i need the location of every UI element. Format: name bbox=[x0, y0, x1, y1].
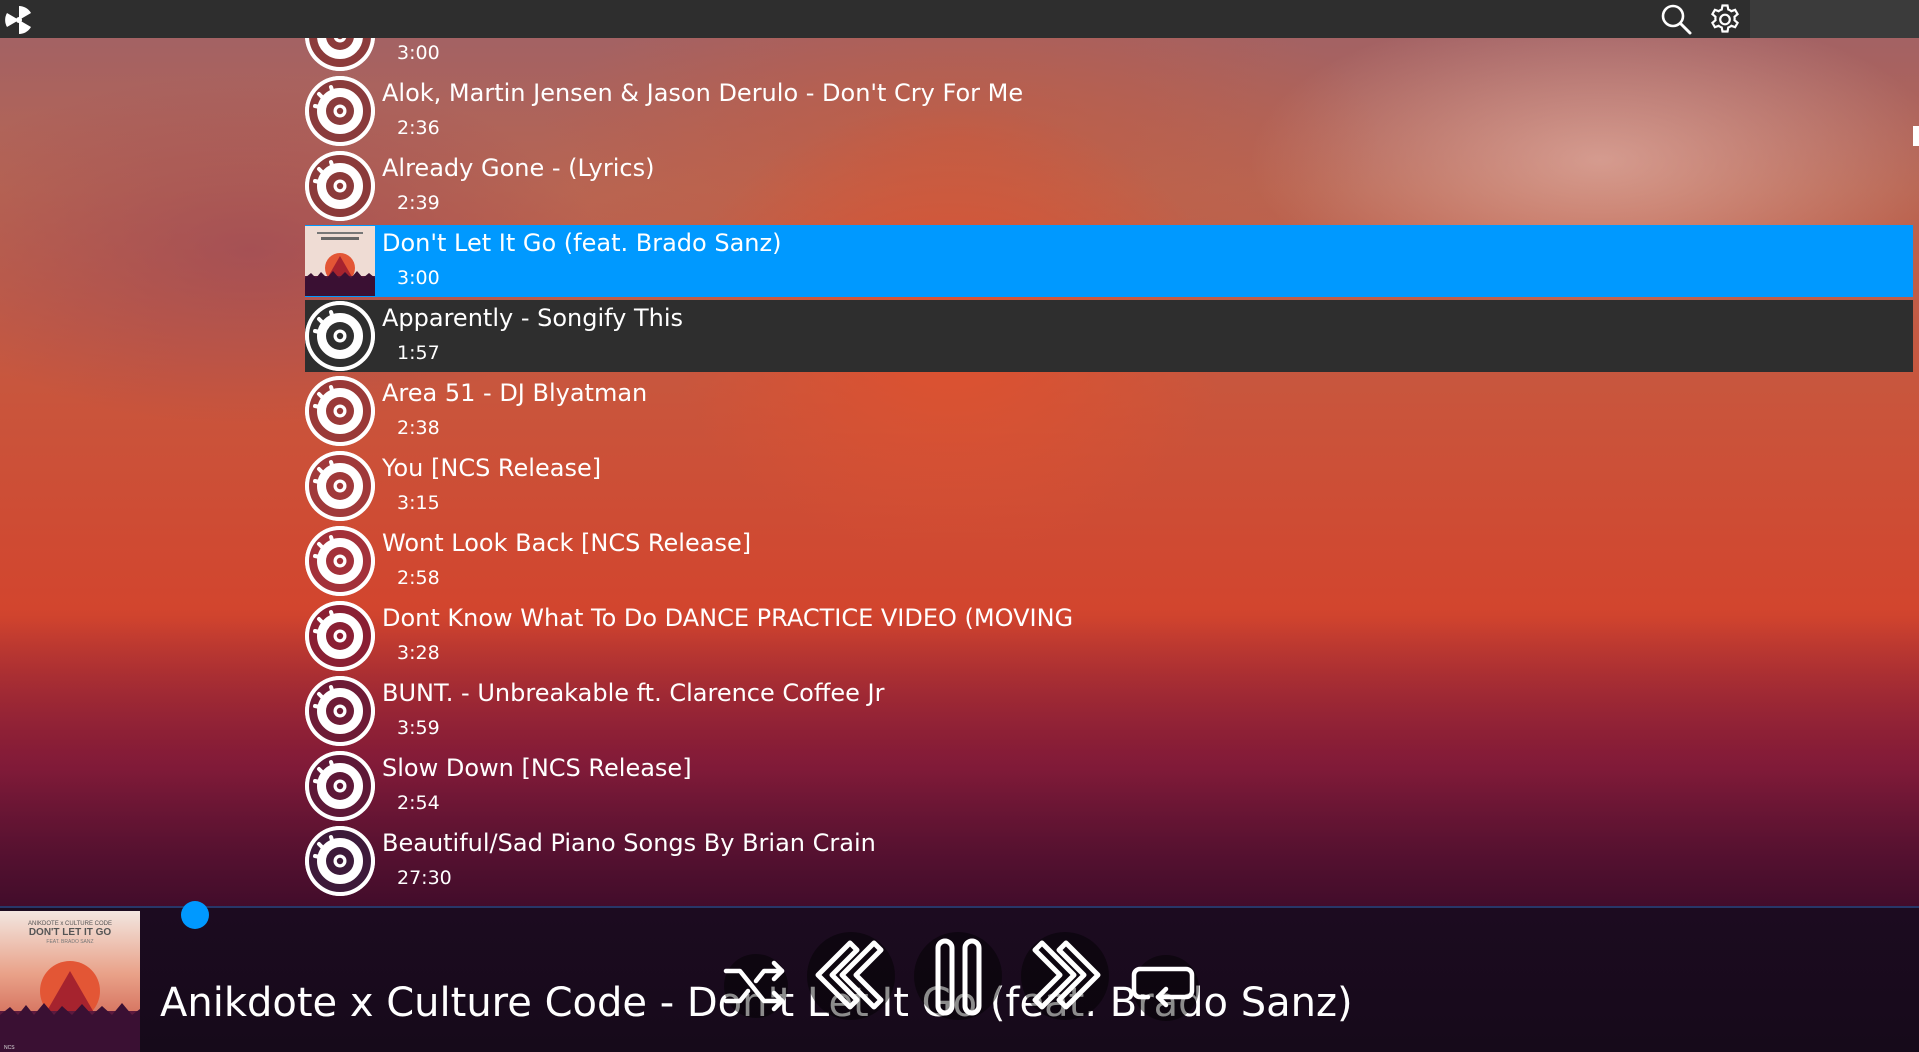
track-title: Alok, Martin Jensen & Jason Derulo - Don… bbox=[382, 79, 1024, 107]
track-row[interactable]: Already Gone - (Lyrics) 2:39 bbox=[305, 150, 1913, 222]
track-row[interactable]: Don't Let It Go (feat. Brado Sanz) 3:00 bbox=[305, 225, 1913, 297]
previous-button[interactable] bbox=[806, 931, 896, 1021]
album-art-feat-text: FEAT. BRADO SANZ bbox=[46, 939, 93, 945]
track-row[interactable]: Area 51 - DJ Blyatman 2:38 bbox=[305, 375, 1913, 447]
pause-icon bbox=[914, 932, 1002, 1020]
track-row[interactable]: Alok, Martin Jensen & Jason Derulo - Don… bbox=[305, 75, 1913, 147]
track-title: Already Gone - (Lyrics) bbox=[382, 154, 655, 182]
track-title: Dont Know What To Do DANCE PRACTICE VIDE… bbox=[382, 604, 1074, 632]
track-row[interactable]: Sing Me To Sleep3:00 bbox=[305, 38, 1913, 72]
track-title: You [NCS Release] bbox=[382, 454, 602, 482]
repeat-icon bbox=[1131, 955, 1199, 1021]
music-disc-icon bbox=[305, 451, 375, 521]
music-disc-icon bbox=[305, 526, 375, 596]
music-disc-icon bbox=[305, 601, 375, 671]
track-title: Wont Look Back [NCS Release] bbox=[382, 529, 752, 557]
album-art-label-text: NCS bbox=[4, 1045, 15, 1051]
music-disc-icon bbox=[305, 751, 375, 821]
track-title: Area 51 - DJ Blyatman bbox=[382, 379, 648, 407]
track-duration: 2:54 bbox=[397, 792, 440, 814]
track-duration: 3:15 bbox=[397, 492, 440, 514]
gear-icon[interactable] bbox=[1708, 2, 1742, 36]
player-bar: ANIKDOTE x CULTURE CODE DON'T LET IT GO … bbox=[0, 906, 1919, 1052]
track-duration: 2:39 bbox=[397, 192, 440, 214]
track-list[interactable]: Sing Me To Sleep3:00 Alok, Martin Jensen… bbox=[0, 38, 1919, 906]
music-disc-icon bbox=[305, 301, 375, 371]
music-disc-icon bbox=[305, 826, 375, 896]
album-art: ANIKDOTE x CULTURE CODE DON'T LET IT GO … bbox=[0, 911, 140, 1052]
track-duration: 27:30 bbox=[397, 867, 452, 889]
music-disc-icon bbox=[305, 151, 375, 221]
track-duration: 3:00 bbox=[397, 267, 440, 289]
track-row[interactable]: Dont Know What To Do DANCE PRACTICE VIDE… bbox=[305, 600, 1913, 672]
shuffle-button[interactable] bbox=[718, 953, 794, 1019]
track-title: Apparently - Songify This bbox=[382, 304, 684, 332]
track-duration: 3:00 bbox=[397, 42, 440, 64]
music-disc-icon bbox=[305, 676, 375, 746]
music-disc-icon bbox=[305, 376, 375, 446]
album-art-title-text: DON'T LET IT GO bbox=[29, 927, 112, 938]
top-bar bbox=[0, 0, 1750, 38]
pause-button[interactable] bbox=[913, 931, 1003, 1021]
shuffle-icon bbox=[723, 954, 788, 1018]
next-icon bbox=[1021, 932, 1109, 1020]
track-row[interactable]: Apparently - Songify This 1:57 bbox=[305, 300, 1913, 372]
track-duration: 1:57 bbox=[397, 342, 440, 364]
track-row[interactable]: BUNT. - Unbreakable ft. Clarence Coffee … bbox=[305, 675, 1913, 747]
search-icon[interactable] bbox=[1659, 2, 1693, 36]
track-duration: 2:58 bbox=[397, 567, 440, 589]
track-duration: 2:38 bbox=[397, 417, 440, 439]
scrollbar-thumb[interactable] bbox=[1913, 126, 1919, 146]
top-bar-right-area bbox=[1750, 0, 1919, 38]
track-duration: 2:36 bbox=[397, 117, 440, 139]
track-title: BUNT. - Unbreakable ft. Clarence Coffee … bbox=[382, 679, 885, 707]
pinwheel-logo-icon[interactable] bbox=[2, 3, 36, 37]
track-album-art bbox=[305, 226, 375, 296]
track-title: Beautiful/Sad Piano Songs By Brian Crain bbox=[382, 829, 876, 857]
track-row[interactable]: You [NCS Release] 3:15 bbox=[305, 450, 1913, 522]
track-row[interactable]: Slow Down [NCS Release] 2:54 bbox=[305, 750, 1913, 822]
track-row[interactable]: Wont Look Back [NCS Release] 2:58 bbox=[305, 525, 1913, 597]
seek-handle[interactable] bbox=[181, 901, 209, 929]
music-disc-icon bbox=[305, 38, 375, 71]
track-row[interactable]: Beautiful/Sad Piano Songs By Brian Crain… bbox=[305, 825, 1913, 897]
track-title: Don't Let It Go (feat. Brado Sanz) bbox=[382, 229, 782, 257]
music-disc-icon bbox=[305, 76, 375, 146]
previous-icon bbox=[807, 932, 895, 1020]
track-title: Slow Down [NCS Release] bbox=[382, 754, 692, 782]
track-duration: 3:59 bbox=[397, 717, 440, 739]
next-button[interactable] bbox=[1020, 931, 1110, 1021]
track-duration: 3:28 bbox=[397, 642, 440, 664]
repeat-button[interactable] bbox=[1128, 953, 1204, 1023]
